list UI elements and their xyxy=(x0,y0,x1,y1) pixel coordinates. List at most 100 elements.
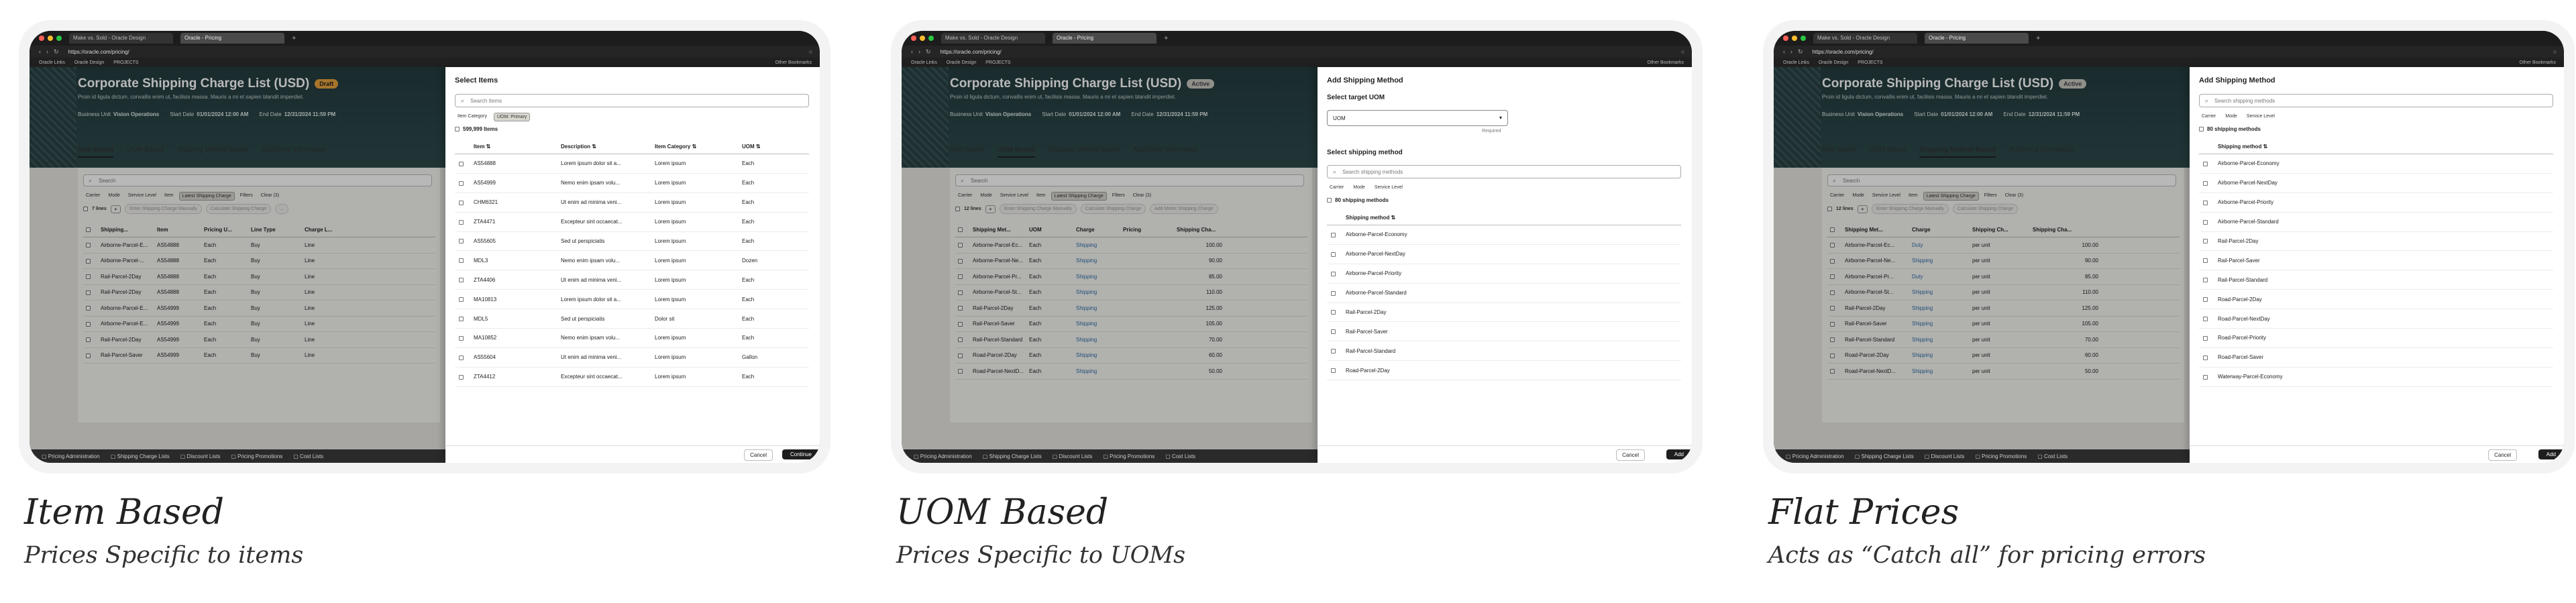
drawer-list-item[interactable]: Rail-Parcel-Saver xyxy=(2199,251,2553,271)
bottom-nav-item-pricing-administration[interactable]: ▢ Pricing Administration xyxy=(1786,453,1844,459)
column-header[interactable]: Shipping method ⇅ xyxy=(1342,215,1677,221)
row-checkbox[interactable] xyxy=(1331,290,1336,296)
bottom-nav-item-shipping-charge-lists[interactable]: ▢ Shipping Charge Lists xyxy=(983,453,1042,459)
drawer-list-item[interactable]: Airborne-Parcel-NextDay xyxy=(2199,174,2553,193)
close-window-icon[interactable] xyxy=(911,36,916,41)
select-all-checkbox[interactable] xyxy=(455,127,460,131)
bookmark-item[interactable]: PROJECTS xyxy=(985,60,1010,65)
drawer-list-item[interactable]: Airborne-Parcel-Standard xyxy=(1327,284,1681,303)
forward-icon[interactable]: › xyxy=(46,48,48,55)
drawer-list-item[interactable]: MA10813 Lorem ipsum dolor sit a... Lorem i… xyxy=(455,290,809,310)
bottom-nav-item-cost-lists[interactable]: ▢ Cost Lists xyxy=(1165,453,1195,459)
browser-tab-active[interactable]: Oracle - Pricing xyxy=(180,33,284,44)
new-tab-icon[interactable]: + xyxy=(292,34,296,42)
bookmark-item[interactable]: Oracle Design xyxy=(1819,60,1848,65)
row-checkbox[interactable] xyxy=(459,278,464,283)
column-header[interactable]: Item Category ⇅ xyxy=(651,144,738,150)
drawer-list-item[interactable]: Rail-Parcel-2Day xyxy=(1327,303,1681,323)
back-icon[interactable]: ‹ xyxy=(911,48,913,55)
bookmark-item[interactable]: Oracle Links xyxy=(1783,60,1809,65)
row-checkbox[interactable] xyxy=(1331,271,1336,276)
row-checkbox[interactable] xyxy=(459,335,464,341)
cancel-button[interactable]: Cancel xyxy=(744,449,773,461)
bottom-nav-item-discount-lists[interactable]: ▢ Discount Lists xyxy=(180,453,221,459)
bottom-nav-item-pricing-promotions[interactable]: ▢ Pricing Promotions xyxy=(1103,453,1155,459)
row-checkbox[interactable] xyxy=(2203,258,2208,264)
url-field[interactable]: https://oracle.com/pricing/ xyxy=(68,49,803,55)
row-checkbox[interactable] xyxy=(2203,200,2208,205)
bookmark-item[interactable]: Oracle Links xyxy=(39,60,65,65)
maximize-window-icon[interactable] xyxy=(928,36,934,41)
bottom-nav-item-shipping-charge-lists[interactable]: ▢ Shipping Charge Lists xyxy=(111,453,170,459)
browser-tab[interactable]: Make vs. Sold - Oracle Design xyxy=(1813,33,1917,44)
row-checkbox[interactable] xyxy=(2203,219,2208,225)
bookmark-item[interactable]: Oracle Design xyxy=(74,60,104,65)
other-bookmarks[interactable]: Other Bookmarks xyxy=(2520,60,2556,65)
browser-tab[interactable]: Make vs. Sold - Oracle Design xyxy=(69,33,173,44)
row-checkbox[interactable] xyxy=(2203,335,2208,341)
drawer-search-input[interactable]: ⌕ Search Items xyxy=(455,94,809,107)
drawer-list-item[interactable]: MDL5 Sed ut perspiciatis Dolor sit Each xyxy=(455,309,809,329)
drawer-list-item[interactable]: ZTA4406 Ut enim ad minima veni... Lorem ip… xyxy=(455,270,809,290)
drawer-chip-mode[interactable]: Mode xyxy=(1350,184,1368,191)
row-checkbox[interactable] xyxy=(1331,252,1336,257)
bottom-nav-item-pricing-promotions[interactable]: ▢ Pricing Promotions xyxy=(231,453,282,459)
close-window-icon[interactable] xyxy=(39,36,44,41)
back-icon[interactable]: ‹ xyxy=(39,48,41,55)
column-header[interactable]: Description ⇅ xyxy=(557,144,651,150)
drawer-list-item[interactable]: AS55605 Sed ut perspiciatis Lorem ipsum Eac… xyxy=(455,232,809,252)
back-icon[interactable]: ‹ xyxy=(1783,48,1785,55)
star-icon[interactable]: ☆ xyxy=(1680,49,1685,55)
row-checkbox[interactable] xyxy=(459,239,464,244)
primary-button[interactable]: Add xyxy=(1666,449,1692,459)
row-checkbox[interactable] xyxy=(2203,355,2208,360)
drawer-list-item[interactable]: Rail-Parcel-2Day xyxy=(2199,232,2553,252)
drawer-list-item[interactable]: Airborne-Parcel-NextDay xyxy=(1327,245,1681,264)
maximize-window-icon[interactable] xyxy=(56,36,62,41)
bottom-nav-item-discount-lists[interactable]: ▢ Discount Lists xyxy=(1053,453,1093,459)
row-checkbox[interactable] xyxy=(2203,239,2208,244)
forward-icon[interactable]: › xyxy=(1790,48,1792,55)
bottom-nav-item-pricing-promotions[interactable]: ▢ Pricing Promotions xyxy=(1975,453,2027,459)
row-checkbox[interactable] xyxy=(459,219,464,225)
bookmark-item[interactable]: PROJECTS xyxy=(113,60,138,65)
reload-icon[interactable]: ↻ xyxy=(54,48,59,56)
new-tab-icon[interactable]: + xyxy=(2036,34,2040,42)
drawer-list-item[interactable]: Airborne-Parcel-Standard xyxy=(2199,213,2553,232)
drawer-chip-uom-primary[interactable]: UOM: Primary xyxy=(493,113,531,121)
row-checkbox[interactable] xyxy=(1331,368,1336,374)
drawer-list-item[interactable]: MDL3 Nemo enim ipsam volu... Lorem ipsum Do… xyxy=(455,251,809,271)
bookmark-item[interactable]: PROJECTS xyxy=(1858,60,1882,65)
primary-button[interactable]: Continue xyxy=(782,449,820,459)
drawer-list-item[interactable]: ZTA4471 Excepteur sint occaecat... Lorem i… xyxy=(455,213,809,232)
drawer-chip-item-category[interactable]: Item Category xyxy=(455,113,490,121)
forward-icon[interactable]: › xyxy=(918,48,920,55)
drawer-list-item[interactable]: Airborne-Parcel-Priority xyxy=(1327,264,1681,284)
drawer-list-item[interactable]: CHM6321 Ut enim ad minima veni... Lorem ip… xyxy=(455,193,809,213)
drawer-list-item[interactable]: Road-Parcel-Saver xyxy=(2199,348,2553,368)
column-header[interactable]: Shipping method ⇅ xyxy=(2214,144,2549,150)
drawer-list-item[interactable]: Airborne-Parcel-Economy xyxy=(1327,225,1681,245)
drawer-chip-mode[interactable]: Mode xyxy=(2222,113,2240,120)
drawer-chip-service-level[interactable]: Service Level xyxy=(1372,184,1405,191)
row-checkbox[interactable] xyxy=(459,316,464,321)
primary-button[interactable]: Add xyxy=(2538,449,2564,459)
drawer-list-item[interactable]: Airborne-Parcel-Economy xyxy=(2199,154,2553,174)
drawer-list-item[interactable]: Rail-Parcel-Saver xyxy=(1327,322,1681,342)
bottom-nav-item-pricing-administration[interactable]: ▢ Pricing Administration xyxy=(42,453,100,459)
bottom-nav-item-pricing-administration[interactable]: ▢ Pricing Administration xyxy=(914,453,972,459)
row-checkbox[interactable] xyxy=(2203,297,2208,303)
drawer-list-item[interactable]: AS54888 Lorem ipsum dolor sit a... Lorem i… xyxy=(455,154,809,174)
star-icon[interactable]: ☆ xyxy=(808,49,813,55)
bookmark-item[interactable]: Oracle Design xyxy=(947,60,976,65)
uom-select[interactable]: UOM ▾ xyxy=(1327,110,1508,126)
close-window-icon[interactable] xyxy=(1783,36,1788,41)
drawer-list-item[interactable]: Road-Parcel-2Day xyxy=(2199,290,2553,310)
star-icon[interactable]: ☆ xyxy=(2553,49,2557,55)
drawer-list-item[interactable]: AS54999 Nemo enim ipsam volu... Lorem ipsu… xyxy=(455,174,809,193)
row-checkbox[interactable] xyxy=(2203,316,2208,321)
new-tab-icon[interactable]: + xyxy=(1164,34,1168,42)
row-checkbox[interactable] xyxy=(2203,161,2208,166)
drawer-list-item[interactable]: Waterway-Parcel-Economy xyxy=(2199,368,2553,387)
column-header[interactable]: Item ⇅ xyxy=(470,144,557,150)
